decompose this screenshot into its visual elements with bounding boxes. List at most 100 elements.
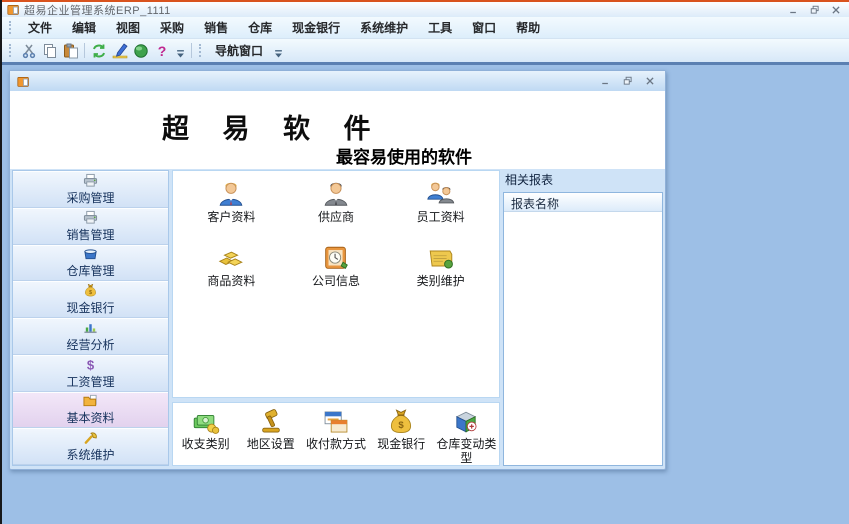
exchange-button[interactable] (88, 41, 109, 61)
sidebar-item-label: 基本资料 (66, 411, 115, 426)
shortcut-company-info[interactable]: 公司信息 (284, 243, 389, 307)
toolbar-overflow-icon (274, 49, 283, 58)
toolbar-grip[interactable] (9, 44, 14, 57)
related-reports-title: 相关报表 (505, 173, 554, 187)
minimize-button[interactable] (785, 3, 802, 16)
sidebar-item-sales-mgmt[interactable]: 销售管理 (13, 207, 168, 245)
sidebar-item-label: 采购管理 (66, 190, 115, 205)
restore-icon (810, 5, 820, 15)
menu-item-view[interactable]: 视图 (106, 16, 150, 39)
gavel-icon (257, 408, 285, 436)
shortcut-payment-method[interactable]: 收付款方式 (303, 408, 368, 452)
storage-box-icon (83, 246, 98, 261)
brand-banner: 超 易 软 件 最容易使用的软件 (10, 91, 665, 169)
shortcut-category-maintenance[interactable]: 类别维护 (388, 243, 493, 307)
menu-item-warehouse[interactable]: 仓库 (238, 16, 282, 39)
mdi-workspace: 超 易 软 件 最容易使用的软件 采购管理 销售管理 仓库管理 $ 现金银行 经… (2, 65, 849, 524)
nav-toolbar-grip[interactable] (199, 44, 204, 57)
menu-item-window[interactable]: 窗口 (462, 16, 506, 39)
globe-button[interactable] (130, 41, 151, 61)
report-name-column-header[interactable]: 报表名称 (504, 193, 662, 212)
printer-icon (83, 173, 98, 188)
sidebar-item-purchase-mgmt[interactable]: 采购管理 (13, 171, 168, 208)
menu-item-help[interactable]: 帮助 (506, 16, 550, 39)
sidebar-item-cash-bank[interactable]: $ 现金银行 (13, 281, 168, 318)
restore-button[interactable] (806, 3, 823, 16)
cut-button[interactable] (18, 41, 39, 61)
payment-cards-icon (322, 408, 350, 436)
shortcut-label: 仓库变动类型 (436, 437, 497, 465)
report-list-body[interactable] (504, 212, 662, 465)
svg-text:$: $ (399, 420, 405, 431)
sidebar-item-label: 仓库管理 (66, 264, 115, 279)
notebook-icon (426, 243, 456, 273)
shortcut-label: 现金银行 (377, 437, 426, 451)
toolbar: ? 导航窗口 (2, 39, 849, 62)
bar-chart-icon (83, 320, 98, 335)
brand-title: 超 易 软 件 (162, 114, 384, 144)
shortcut-employee-data[interactable]: 员工资料 (388, 179, 493, 243)
toolbar-overflow-button[interactable] (174, 41, 186, 61)
menu-item-cash-bank[interactable]: 现金银行 (282, 16, 350, 39)
toolbar-separator (191, 43, 192, 58)
child-close-button[interactable] (642, 74, 658, 88)
shortcut-income-expense-category[interactable]: 收支类别 (173, 408, 238, 452)
toolbar-overflow-icon (176, 49, 185, 58)
shortcut-supplier[interactable]: 供应商 (284, 179, 389, 243)
pen-icon (112, 42, 128, 59)
help-button[interactable]: ? (151, 41, 172, 61)
sidebar-item-label: 系统维护 (66, 448, 115, 463)
person-gray-icon (321, 179, 351, 209)
shortcut-warehouse-change-type[interactable]: 仓库变动类型 (434, 408, 499, 466)
address-book-icon (321, 243, 351, 273)
shortcut-cash-bank[interactable]: $ 现金银行 (369, 408, 434, 452)
copy-button[interactable] (39, 41, 60, 61)
shortcut-region-settings[interactable]: 地区设置 (238, 408, 303, 452)
edit-pen-button[interactable] (109, 41, 130, 61)
child-minimize-button[interactable] (598, 74, 614, 88)
exchange-icon (91, 43, 107, 59)
shortcut-label: 收付款方式 (306, 437, 367, 451)
sidebar-item-salary-mgmt[interactable]: $ 工资管理 (13, 354, 168, 392)
menubar-grip[interactable] (9, 21, 14, 34)
child-restore-button[interactable] (620, 74, 636, 88)
module-sidebar: 采购管理 销售管理 仓库管理 $ 现金银行 经营分析 $ 工资管理 基本资料 系… (12, 170, 169, 466)
menu-item-system-maintenance[interactable]: 系统维护 (350, 16, 418, 39)
shortcut-label: 供应商 (317, 210, 354, 224)
sidebar-item-business-analysis[interactable]: 经营分析 (13, 318, 168, 355)
menu-item-tools[interactable]: 工具 (418, 16, 462, 39)
menu-item-purchase[interactable]: 采购 (150, 16, 194, 39)
paste-button[interactable] (60, 41, 81, 61)
menu-item-edit[interactable]: 编辑 (62, 16, 106, 39)
sidebar-item-label: 工资管理 (66, 374, 115, 389)
toolbar-separator (84, 43, 85, 58)
menu-bar: 文件 编辑 视图 采购 销售 仓库 现金银行 系统维护 工具 窗口 帮助 (2, 17, 849, 39)
close-icon (831, 5, 841, 15)
shortcut-label: 收支类别 (181, 437, 230, 451)
sidebar-item-label: 现金银行 (66, 301, 115, 316)
sidebar-item-basic-data[interactable]: 基本资料 (13, 391, 168, 429)
close-button[interactable] (827, 3, 844, 16)
color-box-icon (452, 408, 480, 436)
main-titlebar: 超易企业管理系统ERP_1111 (2, 0, 849, 17)
shortcut-customer-data[interactable]: 客户资料 (179, 179, 284, 243)
sidebar-item-warehouse-mgmt[interactable]: 仓库管理 (13, 244, 168, 282)
people-icon (426, 179, 456, 209)
money-bag-icon: $ (387, 408, 415, 436)
sidebar-item-system-maintenance[interactable]: 系统维护 (13, 428, 168, 465)
wrench-icon (83, 430, 98, 445)
child-window-titlebar (10, 71, 665, 91)
navigation-child-window: 超 易 软 件 最容易使用的软件 采购管理 销售管理 仓库管理 $ 现金银行 经… (9, 70, 666, 470)
dollar-icon: $ (83, 357, 98, 371)
restore-icon (623, 76, 633, 86)
nav-toolbar-overflow-button[interactable] (272, 41, 284, 61)
nav-window-button[interactable]: 导航窗口 (208, 40, 270, 61)
menu-item-file[interactable]: 文件 (18, 16, 62, 39)
folder-icon (83, 393, 98, 408)
sidebar-item-label: 销售管理 (66, 227, 115, 242)
menu-item-sales[interactable]: 销售 (194, 16, 238, 39)
minimize-icon (789, 5, 799, 15)
money-bag-icon: $ (83, 283, 98, 298)
shortcut-product-data[interactable]: 商品资料 (179, 243, 284, 307)
shortcut-area: 客户资料 供应商 员工资料 商品资料 公司信息 类别维护 收支类别 地区设置 收… (172, 170, 500, 466)
